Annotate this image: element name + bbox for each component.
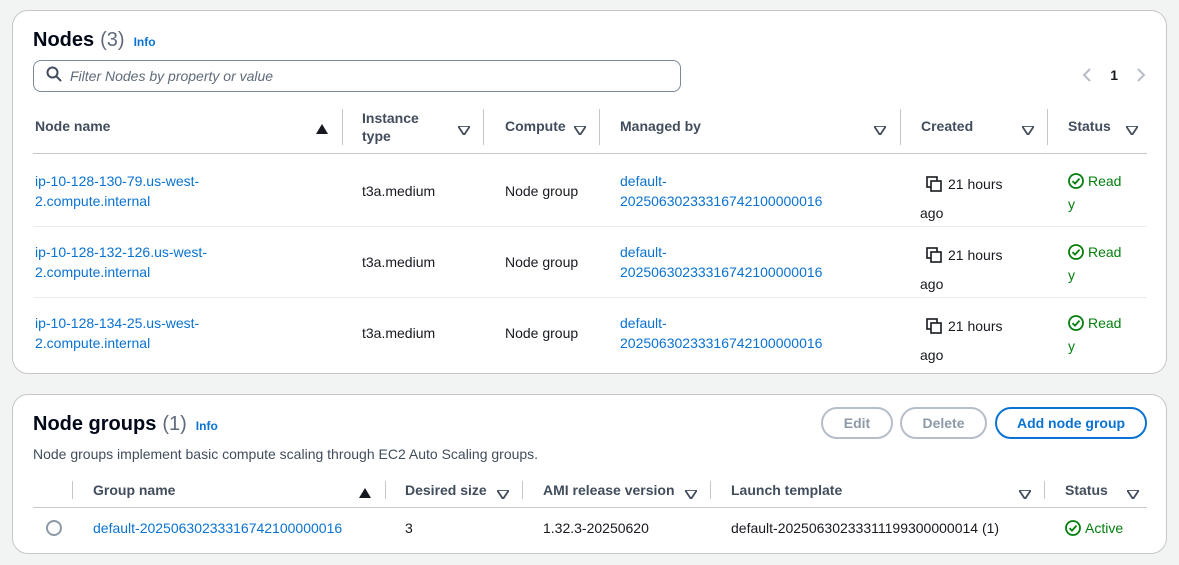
sort-icon[interactable] (1124, 122, 1140, 140)
node-groups-title: Node groups (1) Info (33, 413, 218, 436)
nodes-info-link[interactable]: Info (134, 35, 156, 49)
col-header-managed-by[interactable]: Managed by (620, 118, 701, 134)
sort-icon[interactable] (1020, 122, 1036, 140)
status-cell: Read y (1068, 173, 1122, 212)
column-divider (342, 109, 343, 145)
compute-cell: Node group (505, 183, 579, 199)
ami-release-cell: 1.32.3-20250620 (543, 520, 649, 536)
node-groups-heading: Node groups (33, 413, 157, 435)
status-cell: Read y (1068, 244, 1122, 283)
col-header-desired-size[interactable]: Desired size (405, 482, 487, 498)
copy-icon[interactable] (926, 316, 942, 342)
column-divider (1044, 481, 1045, 499)
col-header-node-name[interactable]: Node name (35, 118, 110, 134)
sort-icon[interactable] (572, 122, 588, 140)
node-groups-info-link[interactable]: Info (196, 419, 218, 433)
sort-icon[interactable] (872, 122, 888, 140)
sort-ascending-icon[interactable] (316, 121, 328, 139)
sort-icon[interactable] (1017, 486, 1033, 504)
col-header-launch-template[interactable]: Launch template (731, 482, 842, 498)
col-header-status[interactable]: Status (1065, 482, 1108, 498)
col-header-created[interactable]: Created (921, 118, 973, 134)
column-divider (483, 109, 484, 145)
table-header-divider (33, 153, 1147, 154)
instance-type-cell: t3a.medium (362, 254, 436, 270)
instance-type-label-line1: Instance (362, 110, 419, 126)
column-divider (522, 481, 523, 499)
managed-by-link[interactable]: default- 20250630233316742100000016 (620, 313, 822, 353)
col-header-instance-type[interactable]: Instance type (362, 109, 419, 145)
sort-icon[interactable] (1125, 486, 1141, 504)
col-header-group-name[interactable]: Group name (93, 482, 175, 498)
row-select-radio[interactable] (46, 520, 62, 536)
column-divider (599, 109, 600, 145)
column-divider (72, 481, 73, 499)
created-cell: 21 hours ago (920, 245, 1003, 292)
col-header-compute[interactable]: Compute (505, 118, 566, 134)
row-divider (33, 297, 1147, 298)
sort-icon[interactable] (495, 486, 511, 504)
launch-template-cell: default-20250630233311199300000014 (1) (731, 520, 1000, 536)
managed-by-link[interactable]: default- 20250630233316742100000016 (620, 171, 822, 211)
next-page-icon[interactable] (1136, 68, 1146, 82)
nodes-search-input[interactable] (70, 68, 650, 84)
nodes-search-field[interactable] (33, 60, 681, 92)
column-divider (900, 109, 901, 145)
success-check-icon (1068, 173, 1084, 194)
node-name-link[interactable]: ip-10-128-134-25.us-west- 2.compute.inter… (35, 313, 199, 353)
row-divider (33, 226, 1147, 227)
instance-type-cell: t3a.medium (362, 325, 436, 341)
created-cell: 21 hours ago (920, 174, 1003, 221)
table-header-divider (33, 507, 1147, 508)
desired-size-cell: 3 (405, 520, 413, 536)
col-header-ami-release[interactable]: AMI release version (543, 482, 675, 498)
edit-button[interactable]: Edit (821, 407, 893, 439)
compute-cell: Node group (505, 254, 579, 270)
status-cell: Active (1065, 518, 1123, 541)
success-check-icon (1065, 520, 1081, 541)
nodes-panel: Nodes (3) Info 1 Node name Instance type… (12, 10, 1167, 374)
node-groups-panel: Node groups (1) Info Edit Delete Add nod… (12, 394, 1167, 554)
sort-ascending-icon[interactable] (359, 485, 371, 503)
sort-icon[interactable] (683, 486, 699, 504)
column-divider (385, 481, 386, 499)
col-header-status[interactable]: Status (1068, 118, 1111, 134)
nodes-count: (3) (100, 29, 125, 51)
group-name-link[interactable]: default-20250630233316742100000016 (93, 518, 342, 538)
node-name-link[interactable]: ip-10-128-130-79.us-west- 2.compute.inter… (35, 171, 199, 211)
status-cell: Read y (1068, 315, 1122, 354)
compute-cell: Node group (505, 325, 579, 341)
delete-button[interactable]: Delete (900, 407, 987, 439)
previous-page-icon[interactable] (1082, 68, 1092, 82)
nodes-title: Nodes (3) Info (33, 29, 156, 52)
managed-by-link[interactable]: default- 20250630233316742100000016 (620, 242, 822, 282)
created-cell: 21 hours ago (920, 316, 1003, 363)
instance-type-cell: t3a.medium (362, 183, 436, 199)
success-check-icon (1068, 315, 1084, 336)
node-name-link[interactable]: ip-10-128-132-126.us-west- 2.compute.inte… (35, 242, 207, 282)
node-groups-description: Node groups implement basic compute scal… (33, 446, 539, 462)
search-icon (46, 66, 62, 87)
page-number[interactable]: 1 (1110, 67, 1118, 83)
add-node-group-button[interactable]: Add node group (995, 407, 1147, 439)
nodes-heading: Nodes (33, 29, 95, 51)
node-groups-count: (1) (162, 413, 187, 435)
success-check-icon (1068, 244, 1084, 265)
copy-icon[interactable] (926, 245, 942, 271)
instance-type-label-line2: type (362, 128, 391, 144)
copy-icon[interactable] (926, 174, 942, 200)
column-divider (710, 481, 711, 499)
sort-icon[interactable] (456, 122, 472, 140)
column-divider (1047, 109, 1048, 145)
nodes-pagination: 1 (1082, 67, 1146, 83)
